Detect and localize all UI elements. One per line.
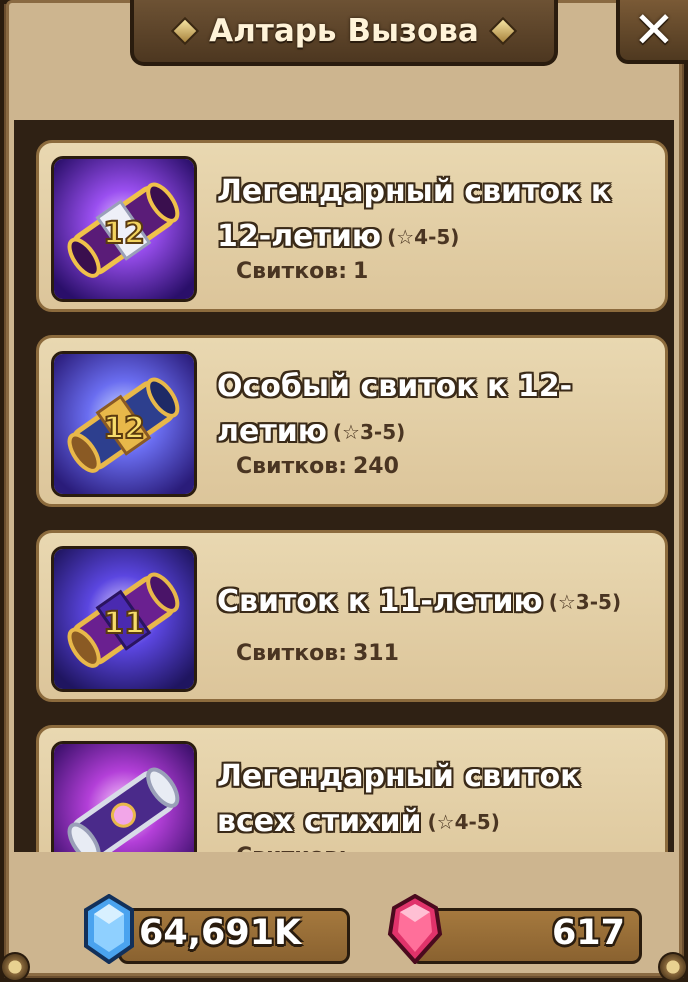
- star-range: (☆4-5): [427, 810, 500, 834]
- crystal-value: 64,691K: [139, 913, 302, 953]
- scroll-name: Легендарный свиток к 12-летию (☆4-5): [217, 174, 612, 254]
- page-title: Алтарь Вызова: [209, 13, 479, 49]
- diamond-ornament-icon: [488, 16, 517, 46]
- gem-value: 617: [551, 913, 625, 953]
- scroll-card-11[interactable]: 11 Свиток к 11-летию (☆3-5) Свитков: 311: [36, 530, 668, 702]
- title-plate: Алтарь Вызова: [130, 0, 558, 66]
- corner-ornament-icon: [658, 952, 688, 982]
- scroll-count: Свитков:: [236, 844, 353, 852]
- scroll-list[interactable]: 12 Легендарный свиток к 12-летию (☆4-5) С…: [14, 120, 674, 852]
- close-icon: ✕: [633, 1, 675, 59]
- scroll-count: Свитков: 311: [236, 641, 399, 666]
- red-gem-icon: [387, 894, 443, 964]
- diamond-ornament-icon: [171, 16, 200, 46]
- svg-text:12: 12: [103, 216, 145, 251]
- scroll-card-special-12[interactable]: 12 Особый свиток к 12-летию (☆3-5) Свитко…: [36, 335, 668, 507]
- scroll-11-icon: 11: [51, 546, 197, 692]
- legendary-scroll-12-icon: 12: [51, 156, 197, 302]
- corner-ornament-icon: [0, 952, 30, 982]
- scroll-name: Особый свиток к 12-летию (☆3-5): [217, 369, 573, 449]
- special-scroll-12-icon: 12: [51, 351, 197, 497]
- close-button[interactable]: ✕: [616, 0, 688, 64]
- crystal-counter[interactable]: 64,691K: [118, 908, 350, 964]
- scroll-count: Свитков: 240: [236, 454, 399, 479]
- svg-text:11: 11: [103, 606, 145, 641]
- star-range: (☆3-5): [548, 590, 622, 614]
- scroll-card-legendary-12[interactable]: 12 Легендарный свиток к 12-летию (☆4-5) С…: [36, 140, 668, 312]
- legendary-elements-scroll-icon: [51, 741, 197, 852]
- star-range: (☆4-5): [387, 225, 460, 249]
- scroll-name: Легендарный свиток всех стихий (☆4-5): [217, 759, 581, 839]
- currency-bar: 64,691K 617: [6, 880, 682, 976]
- scroll-card-legendary-elements[interactable]: Легендарный свиток всех стихий(☆4-5) Сви…: [36, 725, 668, 852]
- scroll-name: Свиток к 11-летию (☆3-5): [217, 584, 622, 619]
- scroll-count: Свитков: 1: [236, 259, 369, 284]
- svg-text:12: 12: [103, 411, 145, 446]
- star-range: (☆3-5): [332, 420, 406, 444]
- gem-counter[interactable]: 617: [410, 908, 642, 964]
- blue-crystal-icon: [84, 894, 134, 964]
